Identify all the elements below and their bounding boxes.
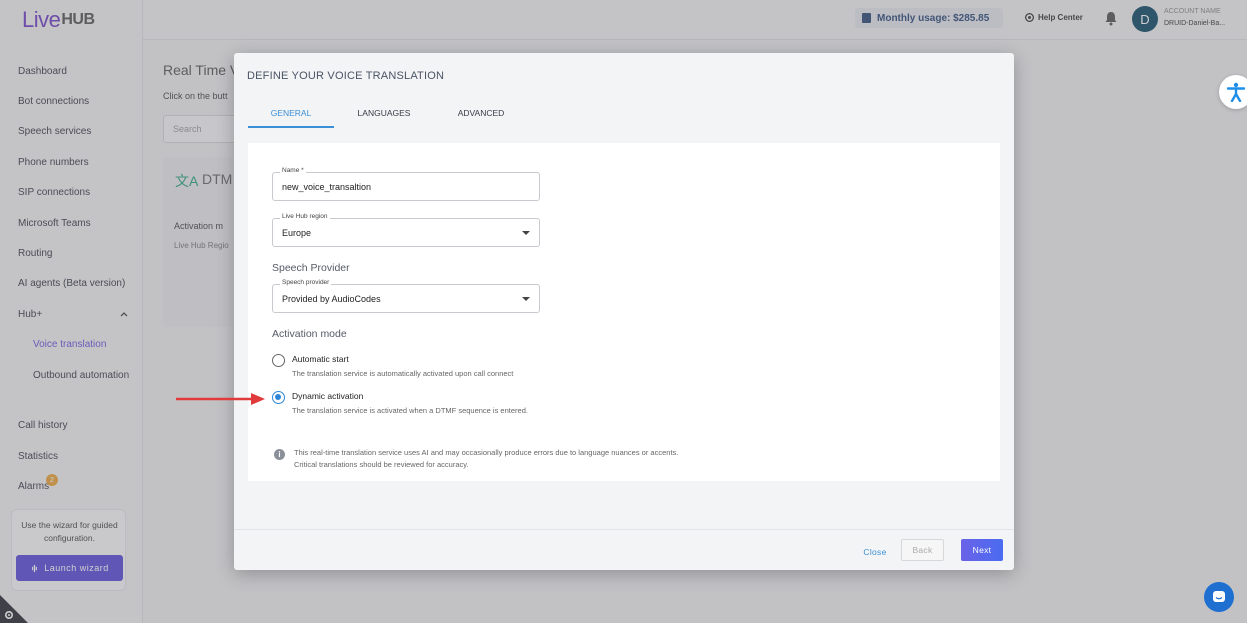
name-field-label: Name * <box>280 167 306 174</box>
accessibility-button[interactable] <box>1219 75 1247 109</box>
dynamic-activation-description: The translation service is activated whe… <box>292 406 528 415</box>
region-select-label: Live Hub region <box>280 213 330 220</box>
region-select[interactable]: Live Hub region Europe <box>272 213 540 247</box>
accessibility-icon <box>1226 82 1246 102</box>
ai-disclaimer: This real-time translation service uses … <box>294 447 678 470</box>
back-button[interactable]: Back <box>901 539 944 561</box>
automatic-start-description: The translation service is automatically… <box>292 369 514 378</box>
ai-disclaimer-line2: Critical translations should be reviewed… <box>294 459 469 469</box>
tab-bar: GENERAL LANGUAGES ADVANCED <box>248 101 528 128</box>
next-button[interactable]: Next <box>961 539 1003 561</box>
close-button[interactable]: Close <box>854 541 896 563</box>
radio-automatic-start[interactable] <box>272 354 285 367</box>
tab-advanced[interactable]: ADVANCED <box>434 101 528 128</box>
caret-down-icon <box>522 231 530 235</box>
dynamic-activation-label[interactable]: Dynamic activation <box>292 391 363 401</box>
name-field[interactable]: Name * new_voice_transaltion <box>272 167 540 201</box>
annotation-arrow-icon <box>176 393 265 405</box>
footer-divider <box>234 529 1014 530</box>
caret-down-icon <box>522 297 530 301</box>
activation-mode-heading: Activation mode <box>272 328 347 340</box>
tab-general[interactable]: GENERAL <box>248 101 334 128</box>
automatic-start-label[interactable]: Automatic start <box>292 354 349 364</box>
radio-dynamic-activation[interactable] <box>272 391 285 404</box>
chat-icon <box>1213 591 1225 602</box>
dialog-title: DEFINE YOUR VOICE TRANSLATION <box>247 70 445 82</box>
ai-disclaimer-line1: This real-time translation service uses … <box>294 448 679 457</box>
tab-languages[interactable]: LANGUAGES <box>334 101 434 128</box>
voice-translation-dialog: DEFINE YOUR VOICE TRANSLATION GENERAL LA… <box>234 53 1014 570</box>
speech-provider-select[interactable]: Speech provider Provided by AudioCodes <box>272 279 540 313</box>
chat-button[interactable] <box>1204 582 1234 612</box>
speech-provider-heading: Speech Provider <box>272 262 350 274</box>
info-icon: i <box>274 449 285 460</box>
region-select-value: Europe <box>282 228 312 238</box>
speech-provider-value: Provided by AudioCodes <box>282 294 381 304</box>
general-panel: Name * new_voice_transaltion Live Hub re… <box>248 143 1000 481</box>
speech-provider-label: Speech provider <box>280 279 332 286</box>
name-field-value: new_voice_transaltion <box>282 182 372 192</box>
